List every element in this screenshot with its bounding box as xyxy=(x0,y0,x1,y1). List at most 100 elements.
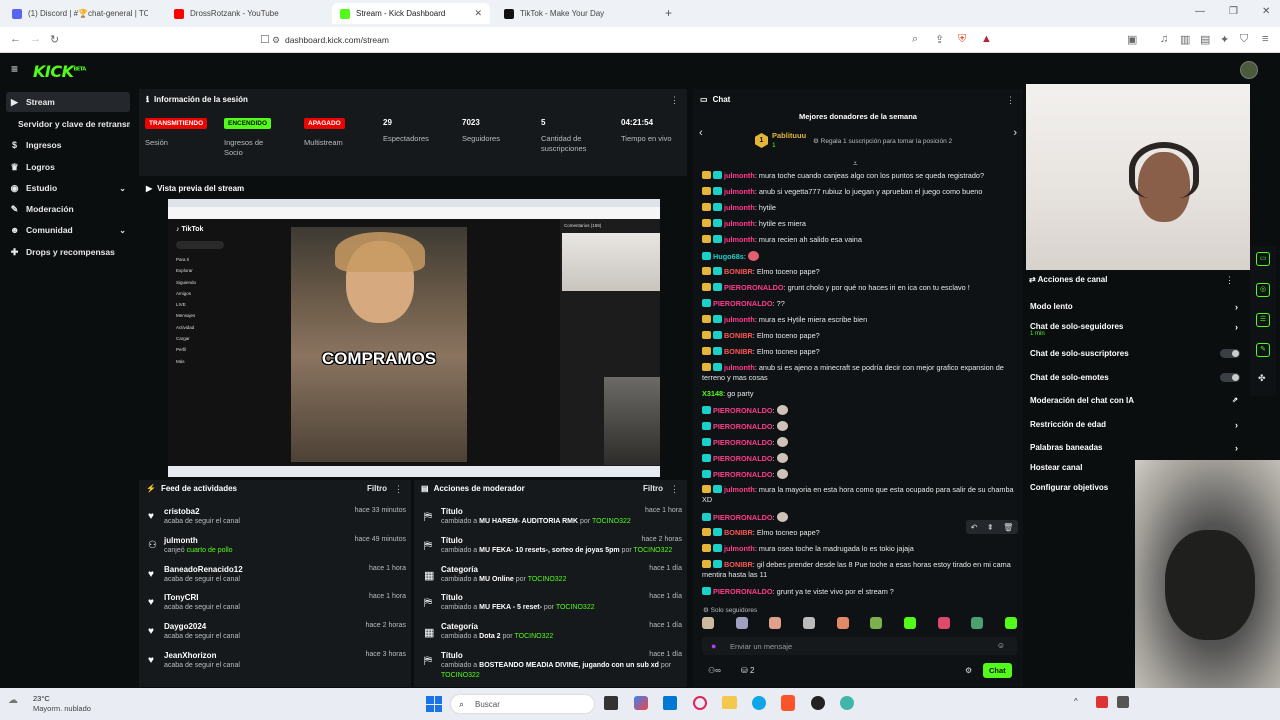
more-icon[interactable]: ⋮ xyxy=(394,484,403,495)
reply-icon[interactable]: ↶ xyxy=(971,523,978,532)
tab-kick-dashboard[interactable]: Stream - Kick Dashboard ✕ xyxy=(332,3,490,24)
sidebar-item-stream[interactable]: ▶ Stream xyxy=(6,92,130,112)
tab-discord[interactable]: (1) Discord | #🏆chat-general | TO xyxy=(4,3,162,24)
mod-action-item[interactable]: ⛿ Título cambiado a MU FEKA- 10 resets-, s… xyxy=(420,536,684,565)
emote-button[interactable] xyxy=(769,617,782,629)
emote-button[interactable] xyxy=(702,617,714,629)
close-tab-icon[interactable]: ✕ xyxy=(474,8,482,19)
extensions-icon[interactable]: ✦ xyxy=(1220,33,1229,46)
avatar[interactable] xyxy=(1240,61,1258,79)
emote-button[interactable] xyxy=(1004,617,1017,629)
bookmark-icon[interactable]: ☐ xyxy=(260,33,270,46)
chat-message[interactable]: BONIBR: gil debes prender desde las 8 Pu… xyxy=(702,560,1018,580)
chat-username[interactable]: BONIBR xyxy=(724,528,753,537)
sidebar-item-server-key[interactable]: Servidor y clave de retransmisión xyxy=(6,114,130,134)
more-icon[interactable]: ⋮ xyxy=(1006,95,1015,106)
chat-message[interactable]: PIERORONALDO: xyxy=(702,405,1018,416)
chat-message[interactable]: julmonth: anub si es ajeno a minecraft s… xyxy=(702,363,1018,383)
chat-username[interactable]: PIERORONALDO xyxy=(713,513,773,522)
chat-message[interactable]: X3148: go party xyxy=(702,389,1018,399)
chat-tool-icon[interactable]: ▭ xyxy=(1256,252,1270,266)
chat-message[interactable]: PIERORONALDO: grunt ya te viste vivo por… xyxy=(702,587,1018,597)
obs-icon[interactable] xyxy=(811,696,825,710)
activity-item[interactable]: ♥ BaneadoRenacido12 acaba de seguir el can… xyxy=(146,565,408,593)
chat-message[interactable]: julmonth: mura es Hytile miera escribe b… xyxy=(702,315,1018,325)
chat-username[interactable]: julmonth xyxy=(724,187,755,196)
chat-username[interactable]: julmonth xyxy=(724,219,755,228)
url-field[interactable]: dashboard.kick.com/stream xyxy=(285,35,389,45)
tab-tiktok[interactable]: TikTok - Make Your Day xyxy=(496,3,658,24)
chat-message[interactable]: PIERORONALDO: xyxy=(702,421,1018,432)
chat-username[interactable]: PIERORONALDO xyxy=(713,299,773,308)
list-tool-icon[interactable]: ☰ xyxy=(1256,313,1270,327)
copilot-icon[interactable] xyxy=(634,696,648,710)
next-arrow-icon[interactable]: › xyxy=(1013,127,1017,139)
channel-action-item[interactable]: Palabras baneadas › xyxy=(1030,443,1240,453)
folder-icon[interactable] xyxy=(722,696,737,709)
chat-username[interactable]: X3148 xyxy=(702,389,723,398)
more-icon[interactable]: ⋮ xyxy=(670,95,679,106)
taskbar-search[interactable]: ⌕ Buscar xyxy=(450,694,595,714)
chat-message[interactable]: julmonth: mura recien ah salido esa vain… xyxy=(702,235,1018,245)
opera-icon[interactable] xyxy=(693,696,707,710)
brave-shield-icon[interactable]: ⛨ xyxy=(958,33,966,46)
rewards-icon[interactable]: ▲ xyxy=(981,33,992,45)
vpn-icon[interactable]: ⛉ xyxy=(1240,33,1248,46)
chat-username[interactable]: julmonth xyxy=(724,203,755,212)
chat-username[interactable]: julmonth xyxy=(724,544,755,553)
users-icon[interactable]: ⚇∞ xyxy=(708,666,721,675)
edge-icon[interactable] xyxy=(752,696,766,710)
chat-username[interactable]: julmonth xyxy=(724,171,755,180)
emote-button[interactable] xyxy=(870,617,883,629)
mod-action-item[interactable]: ▦ Categoría cambiado a MU Online por TOCIN… xyxy=(420,565,684,594)
emote-button[interactable] xyxy=(937,617,950,629)
weather-icon[interactable]: ☁ xyxy=(8,695,18,706)
menu-icon[interactable]: ≡ xyxy=(1262,33,1268,45)
chat-username[interactable]: BONIBR xyxy=(724,331,753,340)
sidebar-item-logros[interactable]: ♛ Logros xyxy=(6,157,130,177)
activity-item[interactable]: ♥ Daygo2024 acaba de seguir el canal hace 2… xyxy=(146,622,408,650)
kick-logo[interactable]: KICKBETA xyxy=(33,62,86,81)
chat-message[interactable]: julmonth: hytile xyxy=(702,203,1018,213)
chat-username[interactable]: PIERORONALDO xyxy=(713,406,773,415)
emote-button[interactable] xyxy=(735,617,748,629)
settings-icon[interactable]: ⚙ xyxy=(965,666,972,675)
music-icon[interactable]: ♫ xyxy=(1160,33,1168,45)
chat-message[interactable]: BONIBR: Elmo toceno pape? xyxy=(702,331,1018,341)
hamburger-icon[interactable]: ≡ xyxy=(11,62,18,76)
sidebar-item-moderacion[interactable]: ✎ Moderación xyxy=(6,199,130,219)
chat-username[interactable]: BONIBR xyxy=(724,560,753,569)
chat-message[interactable]: julmonth: anub si vegetta777 rubiuz lo j… xyxy=(702,187,1018,197)
chat-message[interactable]: PIERORONALDO: grunt cholo y por qué no h… xyxy=(702,283,1018,293)
site-info-icon[interactable]: ⚙ xyxy=(272,35,280,46)
channel-action-item[interactable]: Moderación del chat con IA ⇗ xyxy=(1030,396,1240,405)
task-view-icon[interactable] xyxy=(604,696,618,710)
channel-action-item[interactable]: Chat de solo-seguidores 1 min › xyxy=(1030,322,1240,337)
chat-username[interactable]: PIERORONALDO xyxy=(713,470,773,479)
chat-username[interactable]: PIERORONALDO xyxy=(713,422,773,431)
activity-item[interactable]: ⚇ julmonth canjeó cuarto de pollo hace 49 m… xyxy=(146,536,408,564)
activity-item[interactable]: ♥ JeanXhorizon acaba de seguir el canal hac… xyxy=(146,651,408,679)
chat-username[interactable]: julmonth xyxy=(724,315,755,324)
screenshot-icon[interactable]: ▣ xyxy=(1127,33,1137,46)
chat-message[interactable]: julmonth: mura toche cuando canjeas algo… xyxy=(702,171,1018,181)
pin-icon[interactable]: ⩡ xyxy=(853,159,858,169)
channel-action-item[interactable]: Modo lento › xyxy=(1030,302,1240,312)
sidebar-item-ingresos[interactable]: $ Ingresos xyxy=(6,135,130,155)
filter-button[interactable]: Filtro xyxy=(367,484,387,493)
chat-username[interactable]: Hugo68s xyxy=(713,252,744,261)
store-icon[interactable] xyxy=(663,696,677,710)
more-icon[interactable]: ⋮ xyxy=(670,484,679,495)
prev-arrow-icon[interactable]: ‹ xyxy=(699,127,703,139)
stream-preview-video[interactable]: ♪ TikTok Para ti Explorar Siguiendo Amigos L… xyxy=(168,199,660,477)
mod-action-item[interactable]: ▦ Categoría cambiado a Dota 2 por TOCINO32… xyxy=(420,622,684,651)
emote-button[interactable] xyxy=(971,617,984,629)
tab-youtube[interactable]: DrossRotzank - YouTube xyxy=(166,3,328,24)
emote-button[interactable] xyxy=(802,617,815,629)
chat-input[interactable]: ● Enviar un mensaje ☺ xyxy=(702,637,1017,655)
filter-button[interactable]: Filtro xyxy=(643,484,663,493)
forward-icon[interactable]: → xyxy=(30,33,41,45)
chat-message[interactable]: julmonth: mura la mayoria en esta hora c… xyxy=(702,485,1018,505)
pin-message-icon[interactable]: ⇞ xyxy=(987,523,994,532)
chat-message[interactable]: julmonth: mura osea toche la madrugada l… xyxy=(702,544,1018,554)
